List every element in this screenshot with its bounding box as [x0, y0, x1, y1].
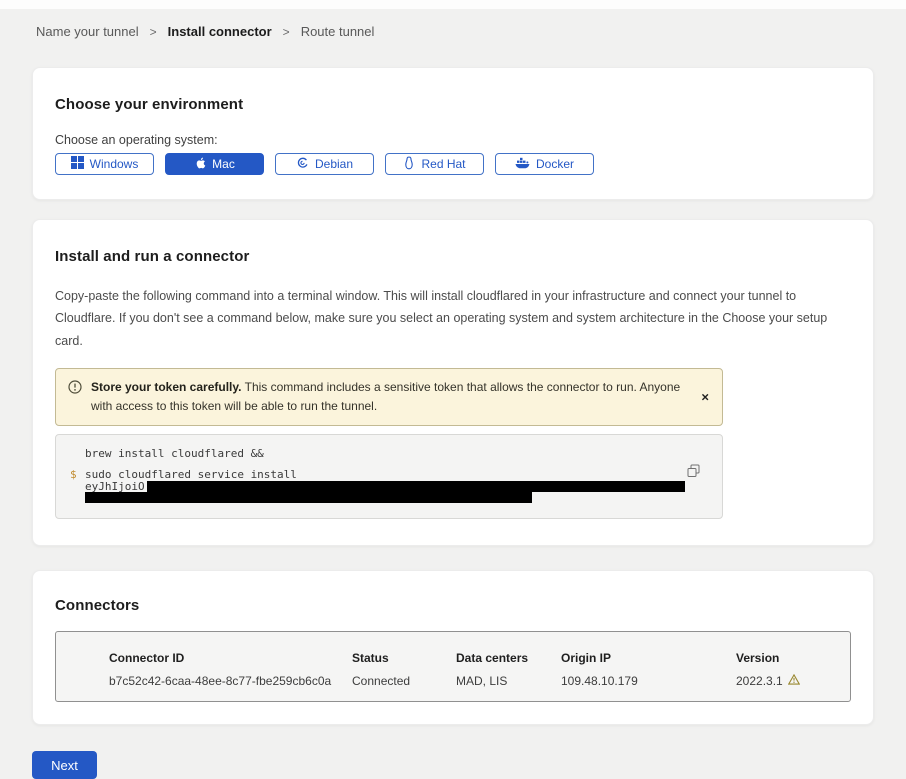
- terminal-line-1: brew install cloudflared &&: [85, 448, 682, 460]
- token-prefix: eyJhIjoiO: [85, 480, 145, 493]
- breadcrumb-name-your-tunnel[interactable]: Name your tunnel: [36, 24, 139, 39]
- install-card-description: Copy-paste the following command into a …: [55, 285, 851, 352]
- warning-text: Store your token carefully. This command…: [91, 378, 682, 416]
- terminal-code-block: brew install cloudflared && $ sudo cloud…: [55, 434, 723, 519]
- install-connector-card: Install and run a connector Copy-paste t…: [32, 219, 874, 546]
- token-warning-banner: Store your token carefully. This command…: [55, 368, 723, 426]
- column-header-origin-ip: Origin IP: [561, 651, 736, 665]
- apple-icon: [194, 156, 206, 173]
- table-header-row: Connector ID Status Data centers Origin …: [109, 651, 850, 665]
- install-card-title: Install and run a connector: [55, 248, 851, 265]
- os-button-docker[interactable]: Docker: [495, 153, 594, 175]
- os-button-mac[interactable]: Mac: [165, 153, 264, 175]
- column-header-connector-id: Connector ID: [109, 651, 352, 665]
- os-button-label: Docker: [536, 157, 574, 171]
- warning-triangle-icon: [788, 674, 800, 688]
- top-strip: [0, 0, 906, 9]
- origin-ip-value: 109.48.10.179: [561, 674, 736, 688]
- connectors-card-title: Connectors: [55, 597, 851, 614]
- os-button-label: Red Hat: [421, 157, 465, 171]
- terminal-token-line: eyJhIjoiO: [85, 481, 682, 493]
- os-button-windows[interactable]: Windows: [55, 153, 154, 175]
- column-header-version: Version: [736, 651, 850, 665]
- breadcrumb-route-tunnel[interactable]: Route tunnel: [301, 24, 375, 39]
- os-button-label: Mac: [212, 157, 235, 171]
- environment-card: Choose your environment Choose an operat…: [32, 67, 874, 200]
- column-header-data-centers: Data centers: [456, 651, 561, 665]
- os-select-label: Choose an operating system:: [55, 133, 851, 147]
- terminal-line-2: sudo cloudflared service install: [85, 469, 682, 481]
- windows-icon: [71, 156, 84, 172]
- terminal-prompt: $: [70, 469, 77, 481]
- breadcrumb-separator: >: [150, 25, 157, 39]
- connectors-table: Connector ID Status Data centers Origin …: [55, 631, 851, 702]
- alert-circle-icon: [68, 380, 82, 416]
- docker-icon: [515, 157, 530, 172]
- column-header-status: Status: [352, 651, 456, 665]
- warning-bold-text: Store your token carefully.: [91, 380, 242, 394]
- os-button-label: Debian: [315, 157, 353, 171]
- debian-icon: [296, 156, 309, 172]
- os-button-redhat[interactable]: Red Hat: [385, 153, 484, 175]
- os-button-group: Windows Mac Debian: [55, 153, 851, 175]
- version-number: 2022.3.1: [736, 674, 783, 688]
- breadcrumb-separator: >: [283, 25, 290, 39]
- breadcrumb: Name your tunnel > Install connector > R…: [36, 24, 906, 39]
- breadcrumb-install-connector[interactable]: Install connector: [168, 24, 272, 39]
- connector-id-value: b7c52c42-6caa-48ee-8c77-fbe259cb6c0a: [109, 674, 352, 688]
- os-button-debian[interactable]: Debian: [275, 153, 374, 175]
- environment-card-title: Choose your environment: [55, 96, 851, 113]
- connectors-card: Connectors Connector ID Status Data cent…: [32, 570, 874, 725]
- close-icon[interactable]: ×: [701, 390, 709, 403]
- table-row: b7c52c42-6caa-48ee-8c77-fbe259cb6c0a Con…: [109, 674, 850, 688]
- redacted-token-bar: [147, 481, 685, 492]
- redacted-token-bar: [85, 492, 532, 503]
- terminal-command-2: $ sudo cloudflared service install eyJhI…: [85, 469, 682, 503]
- status-badge: Connected: [352, 674, 456, 688]
- redhat-icon: [403, 156, 415, 173]
- copy-icon[interactable]: [687, 464, 701, 479]
- version-value: 2022.3.1: [736, 674, 850, 688]
- os-button-label: Windows: [90, 157, 139, 171]
- data-centers-value: MAD, LIS: [456, 674, 561, 688]
- next-button[interactable]: Next: [32, 751, 97, 779]
